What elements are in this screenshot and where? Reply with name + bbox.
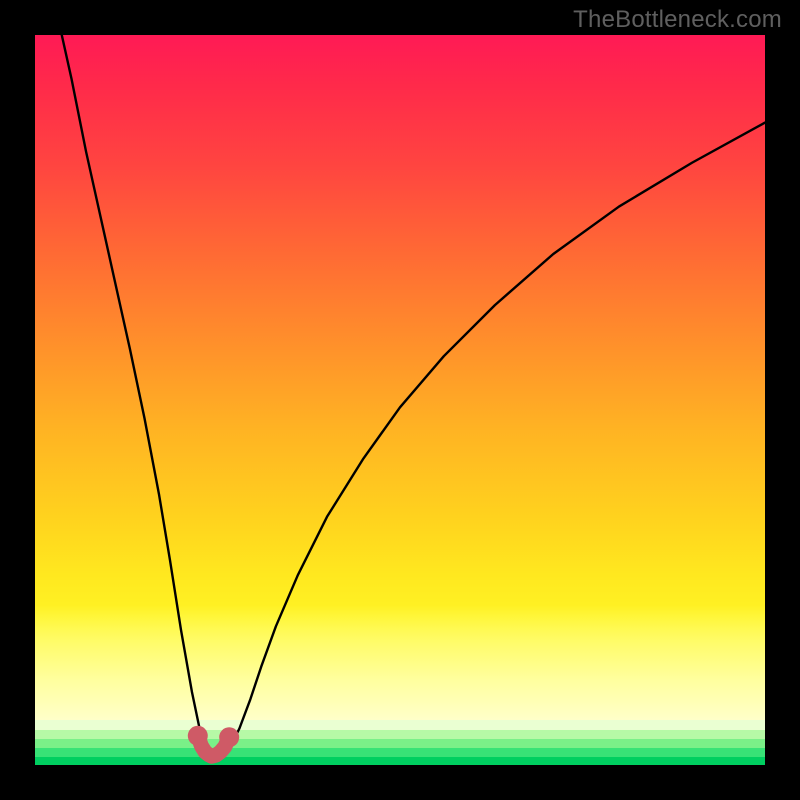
curve-overlay xyxy=(35,35,765,765)
plot-area xyxy=(35,35,765,765)
watermark-text: TheBottleneck.com xyxy=(573,6,782,34)
chart-frame: TheBottleneck.com xyxy=(0,0,800,800)
marker-endpoint-left xyxy=(188,726,208,746)
bottleneck-curve xyxy=(57,35,765,756)
marker-endpoint-right xyxy=(219,727,239,747)
